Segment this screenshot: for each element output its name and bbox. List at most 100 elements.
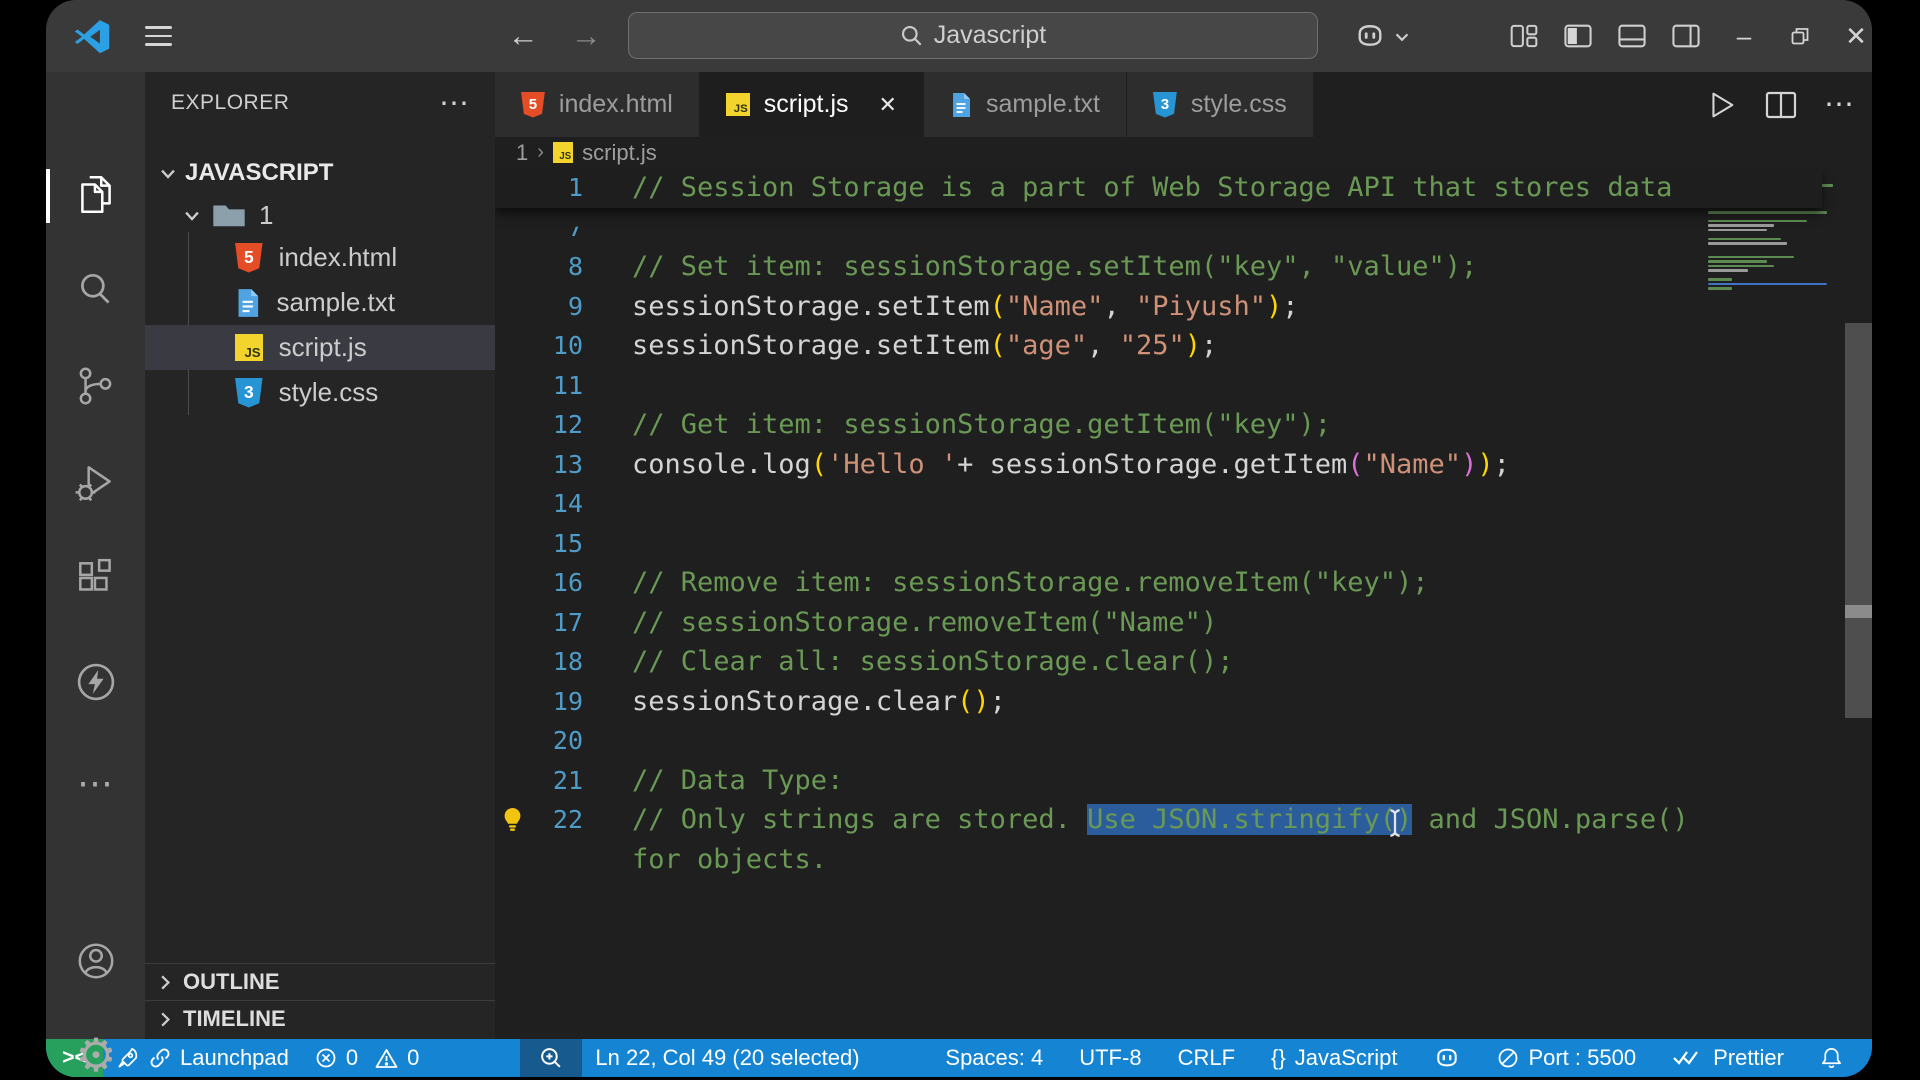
window-restore-button[interactable]: [1774, 0, 1826, 72]
toggle-secondary-sidebar-button[interactable]: [1660, 0, 1712, 72]
timeline-section-header[interactable]: TIMELINE: [145, 1000, 495, 1037]
prettier-button[interactable]: Prettier: [1657, 1045, 1799, 1071]
line-content: // sessionStorage.removeItem("Name"): [583, 607, 1217, 638]
breadcrumb[interactable]: 1 › JS script.js: [495, 137, 1872, 168]
tab-bar: 5index.html JS script.js ✕ sample.txt3style.…: [495, 72, 1872, 137]
line-content: sessionStorage.setItem("age", "25");: [583, 330, 1217, 361]
code-line: 15: [495, 524, 1822, 564]
navigate-back-button[interactable]: ←: [501, 0, 545, 72]
cursor-position-button[interactable]: Ln 22, Col 49 (20 selected): [582, 1039, 872, 1077]
search-icon: [900, 24, 924, 48]
menu-hamburger-icon[interactable]: [138, 0, 178, 72]
problems-button[interactable]: 0 0: [302, 1039, 433, 1077]
indentation-button[interactable]: Spaces: 4: [930, 1045, 1058, 1071]
customize-layout-button[interactable]: [1498, 0, 1550, 72]
command-search-input[interactable]: Javascript: [628, 12, 1318, 59]
minimap-line: [1708, 283, 1827, 286]
js-file-icon: JS: [726, 93, 750, 117]
code-editor[interactable]: 1// Session Storage is a part of Web Sto…: [495, 168, 1872, 1039]
error-count: 0: [346, 1045, 358, 1071]
minimap-line: [1708, 220, 1807, 223]
more-actions-icon[interactable]: ⋯: [1824, 87, 1854, 122]
workspace-root-javascript[interactable]: JAVASCRIPT: [145, 152, 495, 194]
run-file-button[interactable]: [1704, 88, 1738, 122]
minimap-line: [1708, 256, 1794, 259]
tabs: 5index.html JS script.js ✕ sample.txt3style.…: [495, 72, 1314, 137]
line-number: 11: [529, 371, 583, 400]
minimap-line: [1708, 278, 1732, 281]
file-item-label: index.html: [279, 242, 398, 273]
tab-label: script.js: [764, 90, 849, 119]
lightbulb-icon[interactable]: [495, 806, 529, 833]
zoom-indicator-button[interactable]: [520, 1039, 582, 1077]
language-mode-button[interactable]: {} JavaScript: [1256, 1045, 1412, 1071]
vertical-scrollbar[interactable]: [1845, 323, 1872, 718]
encoding-button[interactable]: UTF-8: [1064, 1045, 1156, 1071]
extensions-icon[interactable]: [71, 554, 121, 604]
window-minimize-button[interactable]: –: [1718, 0, 1770, 72]
tab-style-css[interactable]: 3style.css: [1127, 72, 1314, 137]
line-number: 14: [529, 489, 583, 518]
tab-index-html[interactable]: 5index.html: [495, 72, 700, 137]
warning-count: 0: [407, 1045, 419, 1071]
tab-sample-txt[interactable]: sample.txt: [924, 72, 1127, 137]
code-line: 12// Get item: sessionStorage.getItem("k…: [495, 405, 1822, 445]
breadcrumb-file[interactable]: script.js: [582, 140, 657, 166]
line-number: 16: [529, 568, 583, 597]
thunder-client-icon[interactable]: [71, 657, 121, 707]
workspace-root-label: JAVASCRIPT: [185, 159, 333, 187]
circle-slash-icon: [1497, 1047, 1519, 1069]
line-number: 8: [529, 252, 583, 281]
braces-icon: {}: [1271, 1045, 1286, 1071]
more-views-icon[interactable]: ⋯: [71, 758, 121, 808]
outline-section-header[interactable]: OUTLINE: [145, 963, 495, 1000]
css-file-icon: 3: [1153, 92, 1177, 118]
explorer-more-actions-icon[interactable]: ⋯: [439, 86, 469, 121]
live-server-port-button[interactable]: Port : 5500: [1482, 1045, 1651, 1071]
folder-item-1[interactable]: 1: [145, 194, 495, 236]
file-item-sample-txt[interactable]: sample.txt: [145, 280, 495, 325]
notifications-bell-icon[interactable]: [1805, 1046, 1858, 1070]
js-file-icon: JS: [235, 334, 263, 362]
code-line: 8// Set item: sessionStorage.setItem("ke…: [495, 247, 1822, 287]
file-item-index-html[interactable]: 5index.html: [145, 235, 495, 280]
line-number: 7: [529, 213, 583, 242]
run-debug-icon[interactable]: [71, 458, 121, 508]
timeline-section-label: TIMELINE: [183, 1006, 286, 1032]
chevron-down-icon: [1395, 31, 1409, 42]
eol-button[interactable]: CRLF: [1163, 1045, 1250, 1071]
toggle-primary-sidebar-button[interactable]: [1552, 0, 1604, 72]
double-check-icon: [1672, 1048, 1704, 1068]
line-number: 20: [529, 726, 583, 755]
copilot-status-button[interactable]: [1418, 1047, 1476, 1069]
split-editor-button[interactable]: [1764, 90, 1798, 120]
copilot-menu-button[interactable]: [1346, 0, 1416, 72]
minimap-line: [1708, 242, 1787, 245]
chevron-right-icon: [159, 1011, 171, 1028]
window-close-button[interactable]: ✕: [1830, 0, 1872, 72]
minimap-line: [1708, 269, 1748, 272]
code-line: 14: [495, 484, 1822, 524]
settings-gear-icon[interactable]: ⚙: [71, 1030, 121, 1077]
line-content: // Clear all: sessionStorage.clear();: [583, 646, 1233, 677]
file-item-style-css[interactable]: 3style.css: [145, 370, 495, 415]
line-content: // Get item: sessionStorage.getItem("key…: [583, 409, 1331, 440]
chevron-right-icon: [159, 974, 171, 991]
breadcrumb-folder[interactable]: 1: [516, 140, 528, 166]
launchpad-button[interactable]: Launchpad: [103, 1039, 302, 1077]
search-view-icon[interactable]: [71, 266, 121, 316]
explorer-icon[interactable]: [71, 170, 121, 220]
source-control-icon[interactable]: [71, 362, 121, 412]
file-item-script-js[interactable]: JSscript.js: [145, 325, 495, 370]
navigate-forward-button[interactable]: →: [564, 0, 608, 72]
tab-close-icon[interactable]: ✕: [879, 92, 897, 118]
tab-script-js[interactable]: JS script.js ✕: [700, 72, 924, 137]
code-line: 18// Clear all: sessionStorage.clear();: [495, 642, 1822, 682]
minimap-line: [1708, 265, 1774, 268]
indentation-label: Spaces: 4: [945, 1045, 1043, 1071]
warning-icon: [375, 1048, 398, 1069]
line-number: 17: [529, 608, 583, 637]
chevron-down-icon: [183, 209, 201, 222]
accounts-icon[interactable]: [71, 936, 121, 986]
toggle-panel-button[interactable]: [1606, 0, 1658, 72]
